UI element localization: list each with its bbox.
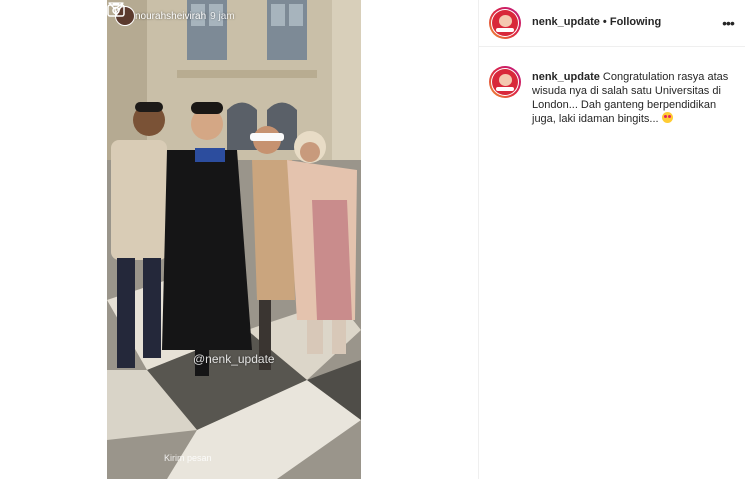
post-media-area: nourahsheivirah 9 jam @nenk_update Kirim … (0, 0, 478, 479)
caption-avatar[interactable] (489, 66, 521, 98)
story-username: nourahsheivirah (135, 11, 207, 22)
story-screenshot-image: nourahsheivirah 9 jam @nenk_update Kirim … (107, 0, 361, 479)
story-reply-placeholder: Kirim pesan (164, 453, 212, 463)
header-user: nenk_update • Following (532, 16, 661, 28)
following-button[interactable]: Following (610, 16, 661, 28)
caption-username[interactable]: nenk_update (532, 71, 600, 83)
post-header: nenk_update • Following ••• (479, 0, 745, 47)
header-avatar[interactable] (489, 7, 521, 39)
heart-eyes-emoji-icon (661, 112, 673, 123)
post-caption: nenk_update Congratulation rasya atas wi… (532, 70, 732, 126)
story-user: nourahsheivirah 9 jam (135, 11, 235, 22)
more-options-icon[interactable]: ••• (719, 14, 737, 32)
story-photo (107, 0, 361, 479)
story-watermark: @nenk_update (193, 352, 275, 366)
header-username[interactable]: nenk_update (532, 16, 600, 28)
send-icon (108, 2, 124, 17)
story-time: 9 jam (210, 11, 235, 22)
header-separator: • (602, 16, 607, 28)
post-side-panel: nenk_update • Following ••• nenk_update … (479, 0, 745, 479)
